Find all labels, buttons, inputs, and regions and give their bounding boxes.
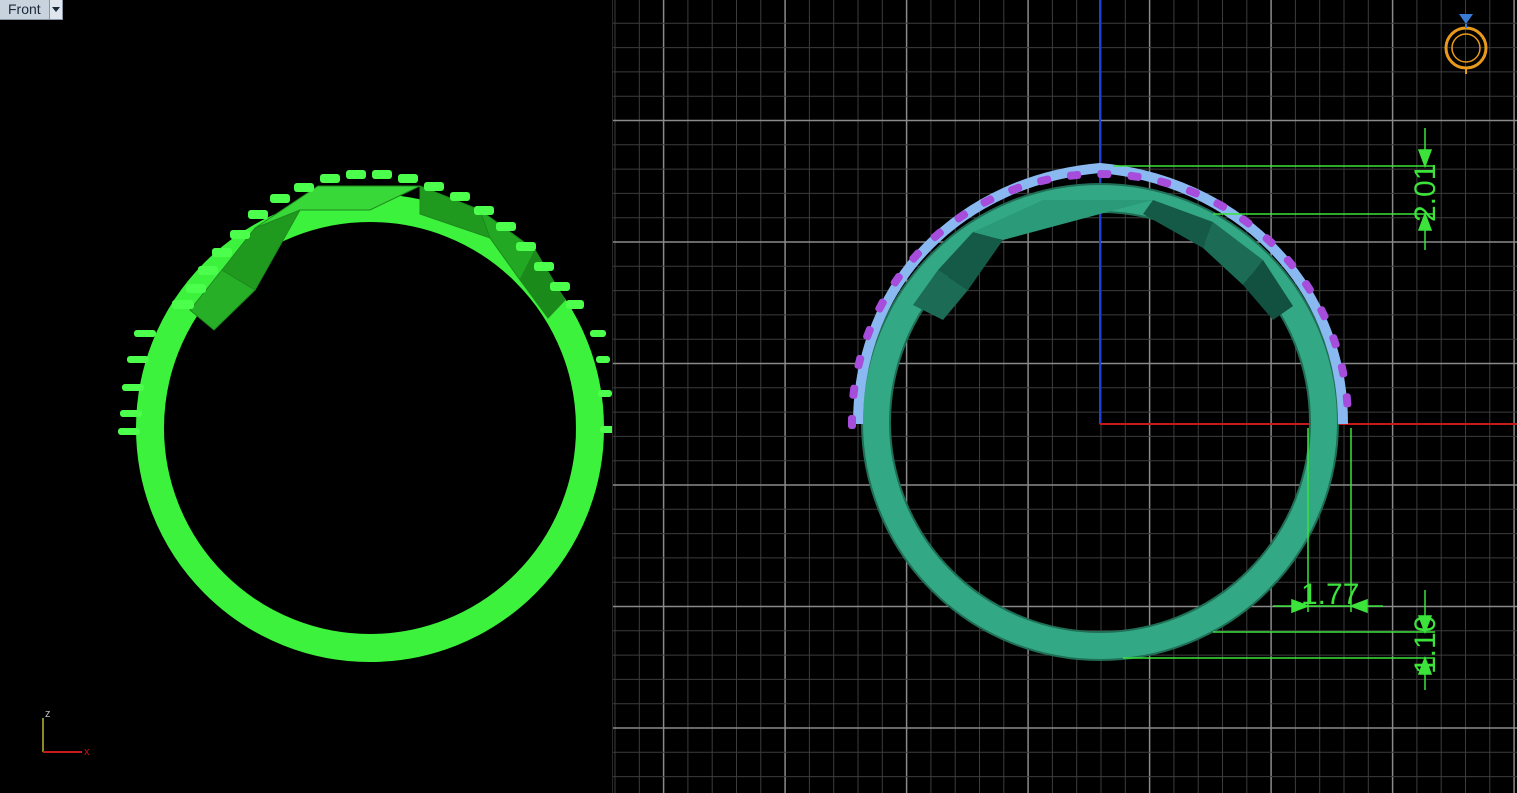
- axis-label-x: x: [84, 746, 90, 758]
- axis-label-z: z: [45, 708, 51, 720]
- dimension-top-height: 2.01: [1409, 164, 1442, 222]
- stone-prong: [1342, 393, 1352, 408]
- view-name-label: Front: [8, 1, 41, 17]
- side-prongs: [118, 330, 612, 435]
- chevron-down-icon[interactable]: [48, 0, 62, 19]
- view-name-tab[interactable]: Front: [0, 0, 63, 20]
- dimension-width: 1.77: [1301, 578, 1359, 611]
- viewport-perspective[interactable]: 2.01 1.77 1.10: [613, 0, 1517, 793]
- construction-grid: [613, 0, 1517, 793]
- perspective-view-canvas: 2.01 1.77 1.10: [613, 0, 1517, 793]
- stone-prong: [848, 415, 856, 429]
- dimension-bottom-height: 1.10: [1409, 616, 1442, 674]
- viewport-front[interactable]: z x Front: [0, 0, 612, 793]
- stone-prong: [1097, 169, 1112, 179]
- front-view-canvas: z x: [42, 170, 612, 758]
- axis-indicator-icon: z x: [42, 708, 90, 758]
- stone-prong: [1066, 170, 1082, 180]
